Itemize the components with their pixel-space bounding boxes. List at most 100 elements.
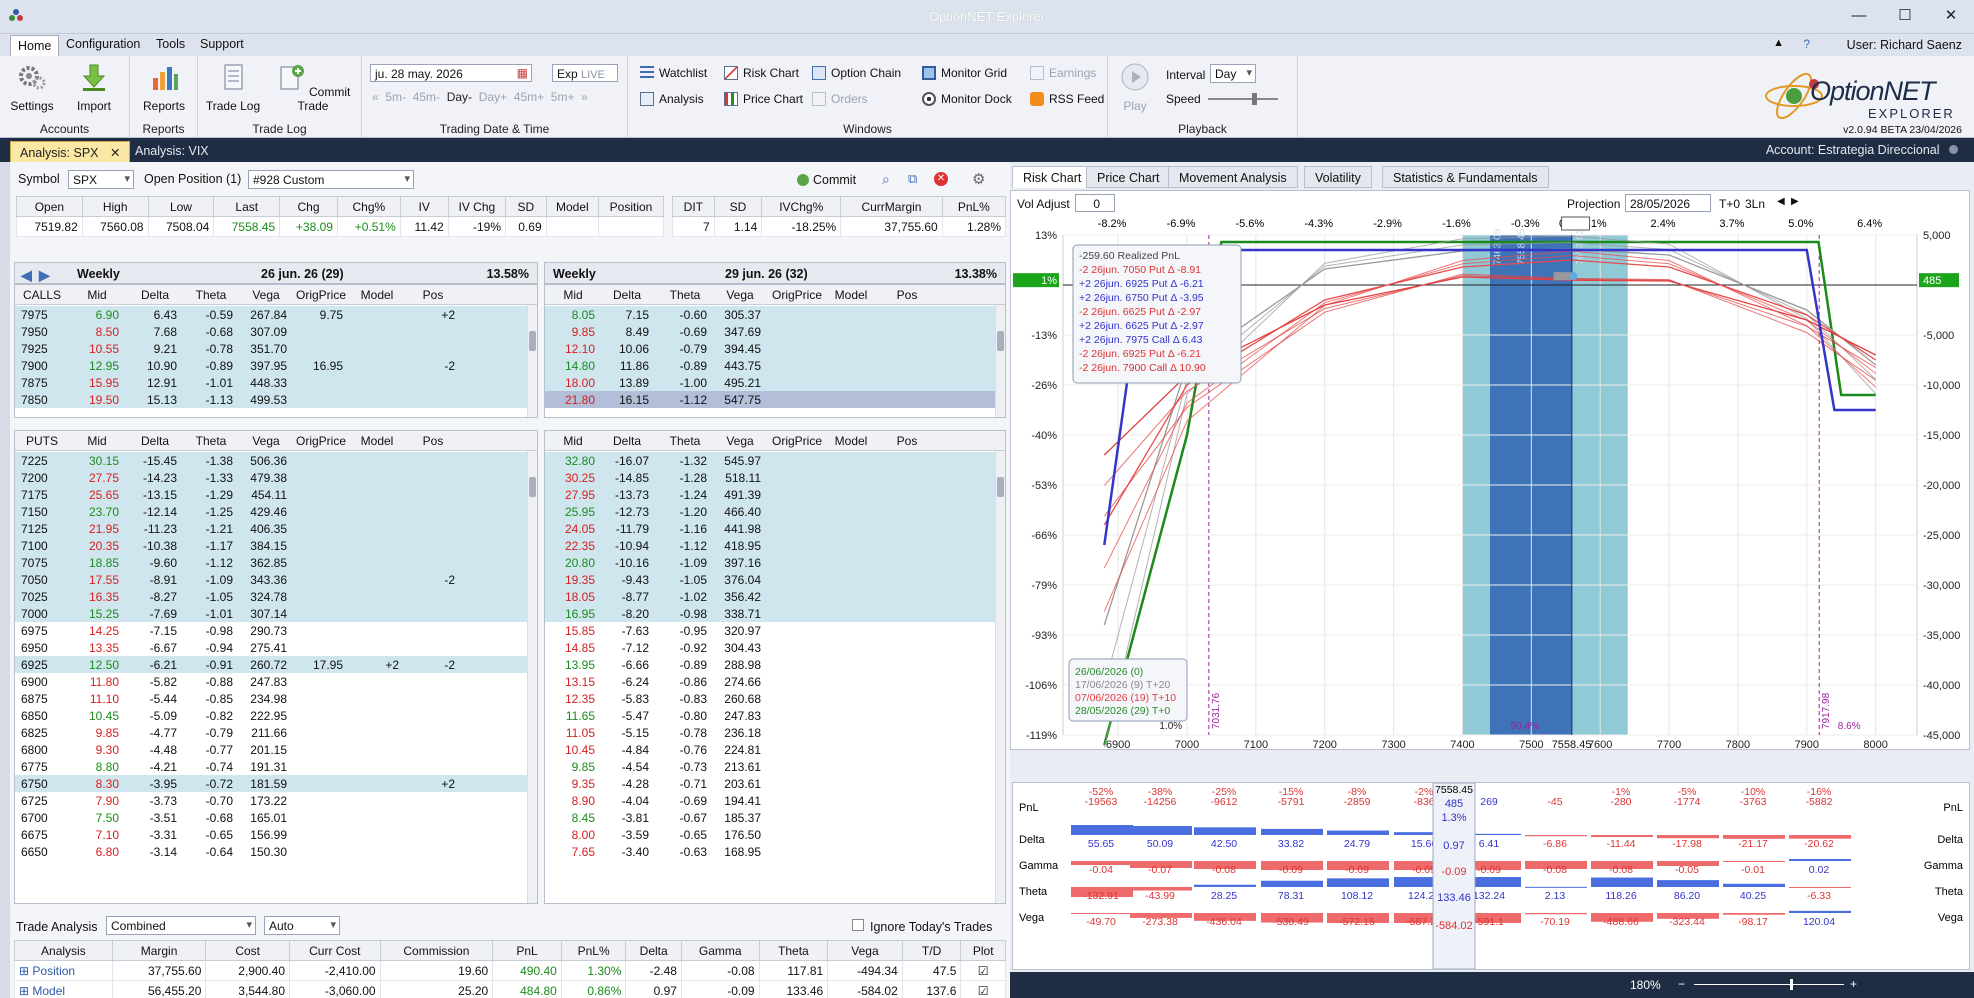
monitor-grid-button[interactable]: Monitor Grid <box>922 66 1007 80</box>
tab-movement-analysis[interactable]: Movement Analysis <box>1168 166 1298 188</box>
risk-chart-svg[interactable]: 7463.09 7558.45 7653.82 6900 -8.2% 7000 -6.9% 7… <box>1011 215 1969 749</box>
tab-analysis-spx[interactable]: Analysis: SPX ✕ <box>10 141 131 162</box>
table-row[interactable]: 6825 9.85 -4.77 -0.79 211.66 <box>15 724 537 741</box>
table-row[interactable]: 6950 13.35 -6.67 -0.94 275.41 <box>15 639 537 656</box>
table-row[interactable]: 7175 25.65 -13.15 -1.29 454.11 <box>15 486 537 503</box>
trade-analysis-row[interactable]: ⊞ Model 56,455.20 3,544.80 -3,060.00 25.20 48… <box>14 980 1006 998</box>
table-row[interactable]: 21.80 16.15 -1.12 547.75 <box>545 391 1005 408</box>
commit-button[interactable]: Commit <box>797 173 856 187</box>
table-row[interactable]: 7150 23.70 -12.14 -1.25 429.46 <box>15 503 537 520</box>
minimize-button[interactable]: — <box>1836 0 1882 34</box>
calls-grid-left[interactable]: CALLS Mid Delta Theta Vega OrigPrice Model Pos 7… <box>14 284 538 418</box>
tab-risk-chart[interactable]: Risk Chart <box>1012 166 1093 188</box>
risk-chart[interactable]: Vol Adjust 0 Projection 28/05/2026 T+0 3… <box>1010 190 1970 750</box>
orders-button[interactable]: Orders <box>812 92 868 106</box>
projection-next-icon[interactable]: ▶ <box>1791 196 1799 207</box>
scrollbar[interactable] <box>995 451 1005 903</box>
table-row[interactable]: 7075 18.85 -9.60 -1.12 362.85 <box>15 554 537 571</box>
monitor-dock-button[interactable]: Monitor Dock <box>922 92 1012 106</box>
table-row[interactable]: 7850 19.50 15.13 -1.13 499.53 <box>15 391 537 408</box>
projection-prev-icon[interactable]: ◀ <box>1777 196 1785 207</box>
trade-analysis-cell[interactable]: ⊞ Model <box>14 980 113 998</box>
table-row[interactable]: 8.05 7.15 -0.60 305.37 <box>545 306 1005 323</box>
trading-date-input[interactable]: ju. 28 may. 2026 ▦ <box>370 64 532 82</box>
table-row[interactable]: 6725 7.90 -3.73 -0.70 173.22 <box>15 792 537 809</box>
reports-button[interactable]: Reports <box>136 62 192 113</box>
ignore-trades-checkbox[interactable] <box>852 919 864 931</box>
table-row[interactable]: 7050 17.55 -8.91 -1.09 343.36 -2 <box>15 571 537 588</box>
calendar-icon[interactable]: ▦ <box>517 66 528 80</box>
table-row[interactable]: 7900 12.95 10.90 -0.89 397.95 16.95 -2 <box>15 357 537 374</box>
position-select[interactable]: #928 Custom <box>248 170 414 189</box>
table-row[interactable]: 7975 6.90 6.43 -0.59 267.84 9.75 +2 <box>15 306 537 323</box>
auto-select[interactable]: Auto <box>264 916 340 935</box>
table-row[interactable]: 14.85 -7.12 -0.92 304.43 <box>545 639 1005 656</box>
settings-button[interactable]: Settings <box>10 62 54 113</box>
puts-grid-right[interactable]: Mid Delta Theta Vega OrigPrice Model Pos 32.80 -… <box>544 430 1006 904</box>
expiration-mode-box[interactable]: Exp LIVE <box>552 64 618 82</box>
magnifier-icon[interactable]: ⌕ <box>882 171 890 188</box>
menu-support[interactable]: Support <box>200 37 244 51</box>
table-row[interactable]: 22.35 -10.94 -1.12 418.95 <box>545 537 1005 554</box>
table-row[interactable]: 6775 8.80 -4.21 -0.74 191.31 <box>15 758 537 775</box>
table-row[interactable]: 20.80 -10.16 -1.09 397.16 <box>545 554 1005 571</box>
table-row[interactable]: 11.05 -5.15 -0.78 236.18 <box>545 724 1005 741</box>
table-row[interactable]: 7.65 -3.40 -0.63 168.95 <box>545 843 1005 860</box>
table-row[interactable]: 15.85 -7.63 -0.95 320.97 <box>545 622 1005 639</box>
table-row[interactable]: 27.95 -13.73 -1.24 491.39 <box>545 486 1005 503</box>
table-row[interactable]: 6650 6.80 -3.14 -0.64 150.30 <box>15 843 537 860</box>
table-row[interactable]: 6750 8.30 -3.95 -0.72 181.59 +2 <box>15 775 537 792</box>
table-row[interactable]: 6850 10.45 -5.09 -0.82 222.95 <box>15 707 537 724</box>
step-back-icon[interactable]: « <box>372 90 379 104</box>
next-expiry-icon[interactable]: ▶ <box>39 267 50 284</box>
table-row[interactable]: 16.95 -8.20 -0.98 338.71 <box>545 605 1005 622</box>
table-row[interactable]: 12.35 -5.83 -0.83 260.68 <box>545 690 1005 707</box>
table-row[interactable]: 9.85 -4.54 -0.73 213.61 <box>545 758 1005 775</box>
interval-select[interactable]: Day <box>1210 64 1256 83</box>
table-row[interactable]: 18.05 -8.77 -1.02 356.42 <box>545 588 1005 605</box>
table-row[interactable]: 6700 7.50 -3.51 -0.68 165.01 <box>15 809 537 826</box>
tab-volatility[interactable]: Volatility <box>1304 166 1372 188</box>
table-row[interactable]: 8.00 -3.59 -0.65 176.50 <box>545 826 1005 843</box>
analysis-button[interactable]: Analysis <box>640 92 704 106</box>
puts-grid-left[interactable]: PUTS Mid Delta Theta Vega OrigPrice Model Pos 72… <box>14 430 538 904</box>
table-row[interactable]: 7950 8.50 7.68 -0.68 307.09 <box>15 323 537 340</box>
table-row[interactable]: 18.00 13.89 -1.00 495.21 <box>545 374 1005 391</box>
trade-log-button[interactable]: Trade Log <box>202 62 264 113</box>
nav-45m-forward[interactable]: 45m+ <box>514 90 544 104</box>
menu-configuration[interactable]: Configuration <box>66 37 140 51</box>
menu-home[interactable]: Home <box>10 35 60 56</box>
table-row[interactable]: 8.45 -3.81 -0.67 185.37 <box>545 809 1005 826</box>
table-row[interactable]: 11.65 -5.47 -0.80 247.83 <box>545 707 1005 724</box>
table-row[interactable]: 6800 9.30 -4.48 -0.77 201.15 <box>15 741 537 758</box>
table-row[interactable]: 7025 16.35 -8.27 -1.05 324.78 <box>15 588 537 605</box>
settings-gear-icon[interactable]: ⚙ <box>972 170 985 188</box>
table-row[interactable]: 9.35 -4.28 -0.71 203.61 <box>545 775 1005 792</box>
rss-feed-button[interactable]: RSS Feed <box>1030 92 1104 106</box>
collapse-ribbon-icon[interactable]: ▲ <box>1773 37 1784 49</box>
scrollbar[interactable] <box>527 451 537 903</box>
menu-tools[interactable]: Tools <box>156 37 185 51</box>
earnings-button[interactable]: Earnings <box>1030 66 1096 80</box>
zoom-slider[interactable] <box>1694 979 1844 990</box>
delete-icon[interactable]: ✕ <box>934 172 948 186</box>
risk-chart-button[interactable]: Risk Chart <box>724 66 799 80</box>
tab-statistics-fundamentals[interactable]: Statistics & Fundamentals <box>1382 166 1549 188</box>
zoom-in-icon[interactable]: + <box>1850 977 1857 991</box>
speed-slider[interactable] <box>1208 93 1278 105</box>
analysis-mode-select[interactable]: Combined <box>106 916 256 935</box>
nav-day-forward[interactable]: Day+ <box>479 90 507 104</box>
table-row[interactable]: 8.90 -4.04 -0.69 194.41 <box>545 792 1005 809</box>
copy-icon[interactable]: ⧉ <box>908 171 917 187</box>
table-row[interactable]: 12.10 10.06 -0.79 394.45 <box>545 340 1005 357</box>
table-row[interactable]: 19.35 -9.43 -1.05 376.04 <box>545 571 1005 588</box>
import-button[interactable]: Import <box>72 62 116 113</box>
table-row[interactable]: 24.05 -11.79 -1.16 441.98 <box>545 520 1005 537</box>
maximize-button[interactable]: ☐ <box>1882 0 1928 34</box>
nav-day-back[interactable]: Day- <box>447 90 472 104</box>
table-row[interactable]: 7125 21.95 -11.23 -1.21 406.35 <box>15 520 537 537</box>
table-row[interactable]: 6975 14.25 -7.15 -0.98 290.73 <box>15 622 537 639</box>
scrollbar[interactable] <box>995 305 1005 417</box>
play-button[interactable]: Play <box>1118 62 1152 113</box>
plot-checkbox[interactable]: ☑ <box>960 960 1006 981</box>
